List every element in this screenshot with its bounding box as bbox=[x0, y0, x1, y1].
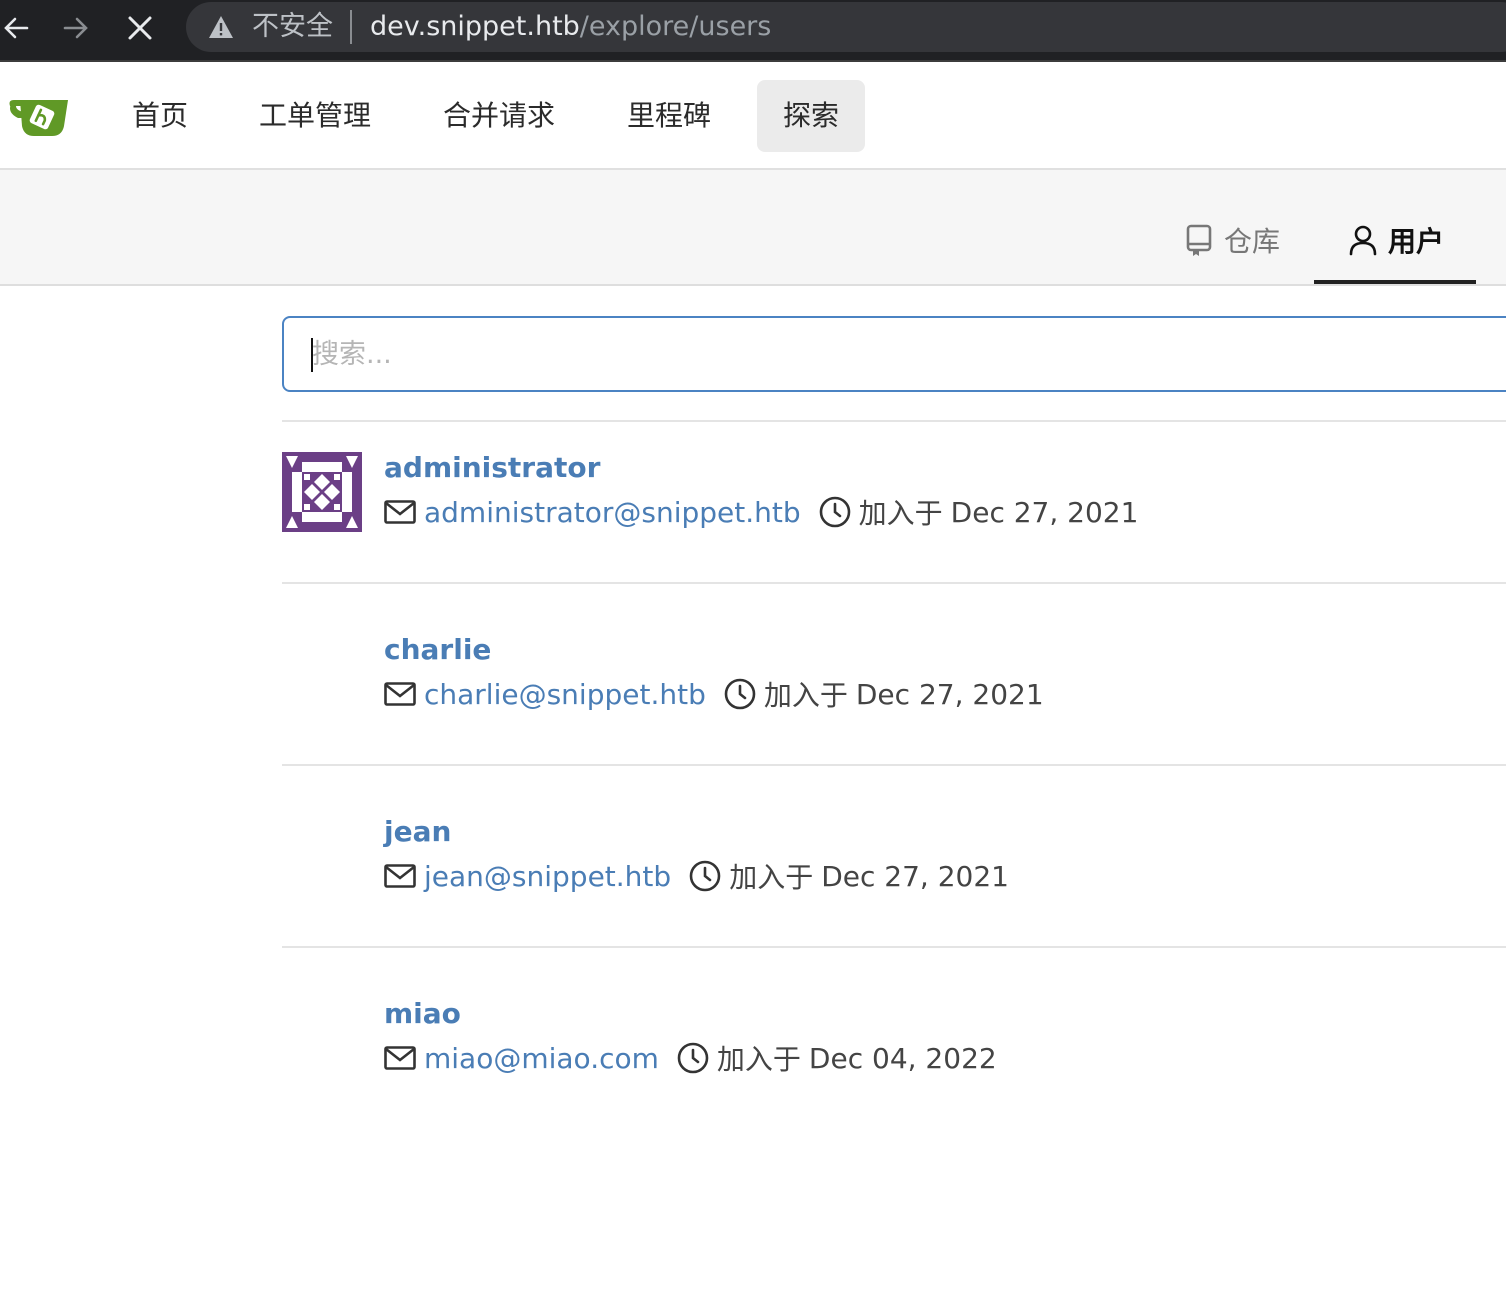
user-meta: jean@snippet.htb 加入于 Dec 27, 2021 bbox=[384, 858, 1009, 894]
user-email-link[interactable]: miao@miao.com bbox=[424, 1042, 659, 1075]
joined-date: Dec 04, 2022 bbox=[808, 1041, 997, 1075]
close-icon bbox=[128, 16, 152, 40]
tab-users[interactable]: 用户 bbox=[1348, 220, 1444, 260]
user-email-link[interactable]: jean@snippet.htb bbox=[424, 860, 671, 893]
joined-date: Dec 27, 2021 bbox=[855, 677, 1044, 711]
user-name-link[interactable]: charlie bbox=[384, 632, 491, 668]
list-item: administrator administrator@snippet.htb … bbox=[282, 422, 1506, 582]
gitea-logo-icon[interactable] bbox=[8, 96, 70, 138]
user-meta: administrator@snippet.htb 加入于 Dec 27, 20… bbox=[384, 494, 1138, 530]
user-name-link[interactable]: miao bbox=[384, 996, 461, 1032]
list-item: charlie charlie@snippet.htb 加入于 Dec 27, … bbox=[282, 604, 1506, 764]
search-input[interactable] bbox=[282, 316, 1506, 392]
back-button[interactable] bbox=[0, 8, 38, 48]
user-name-link[interactable]: jean bbox=[384, 814, 451, 850]
list-item: miao miao@miao.com 加入于 Dec 04, 2022 bbox=[282, 968, 1506, 1128]
arrow-left-icon bbox=[4, 17, 29, 39]
user-meta: charlie@snippet.htb 加入于 Dec 27, 2021 bbox=[384, 676, 1044, 712]
joined-label: 加入于 bbox=[729, 861, 814, 894]
user-email-link[interactable]: administrator@snippet.htb bbox=[424, 496, 801, 529]
tab-repositories[interactable]: 仓库 bbox=[1184, 220, 1280, 260]
explore-tabs-bar: 仓库 用户 bbox=[0, 170, 1506, 286]
browser-toolbar: 不安全 dev.snippet.htb/explore/users bbox=[0, 0, 1506, 62]
address-bar[interactable]: 不安全 dev.snippet.htb/explore/users bbox=[186, 2, 1506, 52]
mail-icon bbox=[384, 682, 416, 706]
active-tab-indicator bbox=[1314, 280, 1476, 284]
joined-label: 加入于 bbox=[858, 497, 943, 530]
nav-explore[interactable]: 探索 bbox=[757, 80, 865, 152]
tab-repositories-label: 仓库 bbox=[1224, 225, 1281, 258]
repo-icon bbox=[1186, 224, 1212, 256]
url-separator bbox=[350, 10, 352, 44]
warning-icon[interactable] bbox=[208, 15, 234, 39]
joined-label: 加入于 bbox=[716, 1043, 801, 1076]
nav-milestones[interactable]: 里程碑 bbox=[608, 80, 730, 152]
top-navigation: 首页 工单管理 合并请求 里程碑 探索 bbox=[0, 64, 1506, 170]
user-name-link[interactable]: administrator bbox=[384, 450, 600, 486]
mail-icon bbox=[384, 500, 416, 524]
url-host: dev.snippet.htb bbox=[370, 11, 580, 42]
clock-icon bbox=[724, 678, 756, 710]
joined-date: Dec 27, 2021 bbox=[950, 495, 1139, 529]
nav-home[interactable]: 首页 bbox=[114, 80, 206, 152]
arrow-right-icon bbox=[63, 17, 88, 39]
url-path: /explore/users bbox=[579, 11, 772, 42]
list-divider bbox=[282, 582, 1506, 584]
avatar[interactable] bbox=[282, 452, 362, 532]
list-divider bbox=[282, 764, 1506, 766]
tab-users-label: 用户 bbox=[1388, 225, 1445, 258]
nav-issues[interactable]: 工单管理 bbox=[240, 80, 390, 152]
mail-icon bbox=[384, 1046, 416, 1070]
forward-button[interactable] bbox=[54, 8, 98, 48]
clock-icon bbox=[677, 1042, 709, 1074]
joined-label: 加入于 bbox=[763, 679, 848, 712]
mail-icon bbox=[384, 864, 416, 888]
list-item: jean jean@snippet.htb 加入于 Dec 27, 2021 bbox=[282, 786, 1506, 946]
text-cursor bbox=[311, 338, 313, 372]
nav-pull-requests[interactable]: 合并请求 bbox=[424, 80, 574, 152]
security-label[interactable]: 不安全 bbox=[252, 12, 333, 42]
clock-icon bbox=[819, 496, 850, 528]
person-icon bbox=[1349, 225, 1377, 256]
joined-date: Dec 27, 2021 bbox=[821, 859, 1009, 893]
clock-icon bbox=[689, 860, 721, 892]
stop-loading-button[interactable] bbox=[118, 8, 162, 48]
user-meta: miao@miao.com 加入于 Dec 04, 2022 bbox=[384, 1040, 997, 1076]
user-email-link[interactable]: charlie@snippet.htb bbox=[424, 678, 706, 711]
list-divider bbox=[282, 946, 1506, 948]
url-text[interactable]: dev.snippet.htb/explore/users bbox=[370, 11, 771, 43]
